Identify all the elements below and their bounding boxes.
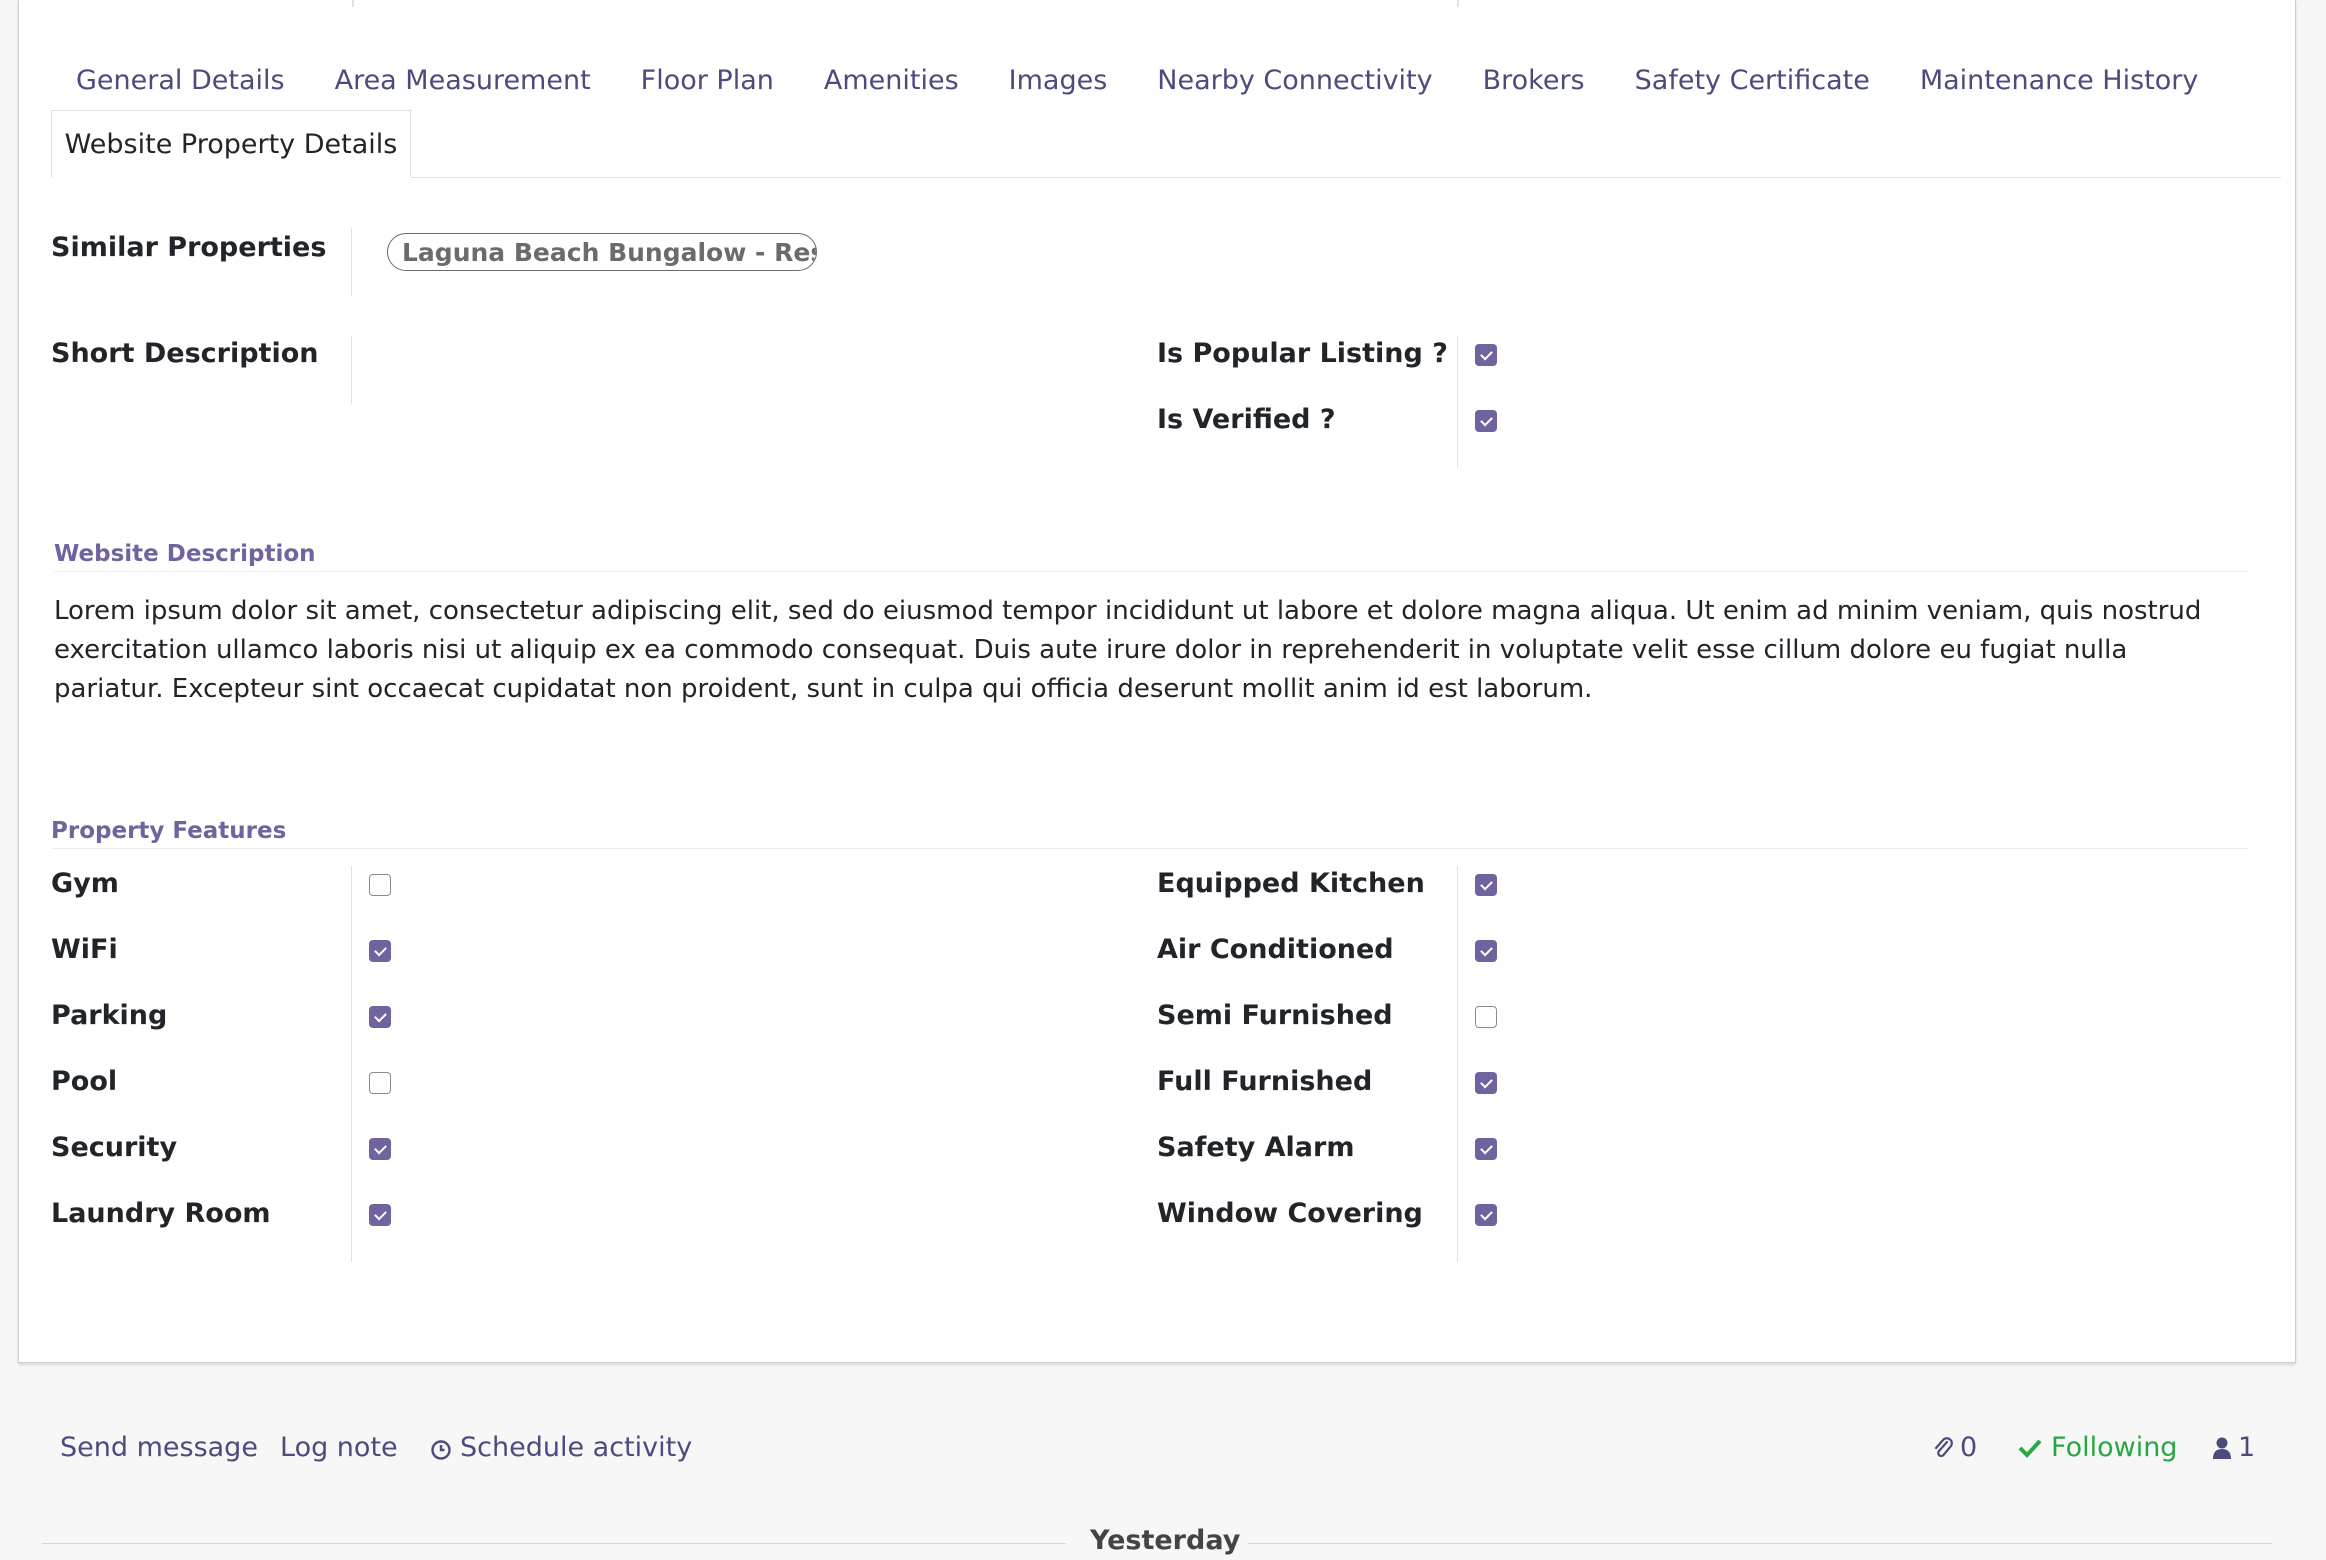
feature-checkbox-semi-furnished[interactable] [1475,1006,1497,1028]
feature-checkbox-security[interactable] [369,1138,391,1160]
date-separator-line [42,1543,1066,1544]
field-divider [1457,866,1458,1262]
is-popular-listing-checkbox[interactable] [1475,344,1497,366]
tab-brokers[interactable]: Brokers [1458,65,1610,96]
website-description-title: Website Description [54,541,316,567]
similar-property-tag[interactable]: Laguna Beach Bungalow - Res... [387,233,817,271]
feature-label-gym: Gym [51,868,119,899]
field-divider [351,866,352,1262]
followers-count: 1 [2238,1432,2256,1463]
is-verified-label: Is Verified ? [1157,404,1336,435]
schedule-activity-button[interactable]: Schedule activity [430,1432,692,1463]
feature-checkbox-safety-alarm[interactable] [1475,1138,1497,1160]
following-label: Following [2051,1432,2178,1463]
user-icon [2212,1436,2232,1460]
attachments-button[interactable]: 0 [1932,1432,1977,1463]
short-description-label: Short Description [51,338,319,369]
feature-label-semi-furnished: Semi Furnished [1157,1000,1393,1031]
tab-nearby-connectivity[interactable]: Nearby Connectivity [1132,65,1457,96]
schedule-activity-label: Schedule activity [460,1432,693,1463]
tab-website-property-details[interactable]: Website Property Details [51,110,411,178]
send-message-button[interactable]: Send message [60,1432,258,1463]
website-description-text[interactable]: Lorem ipsum dolor sit amet, consectetur … [54,592,2244,709]
field-divider [351,336,352,404]
tab-amenities[interactable]: Amenities [799,65,984,96]
date-separator-line [1248,1543,2272,1544]
feature-checkbox-wifi[interactable] [369,940,391,962]
tab-images[interactable]: Images [984,65,1133,96]
tab-general-details[interactable]: General Details [51,65,310,96]
tab-area-measurement[interactable]: Area Measurement [310,65,616,96]
is-verified-checkbox[interactable] [1475,410,1497,432]
feature-label-equipped-kitchen: Equipped Kitchen [1157,868,1425,899]
section-separator [51,848,2248,849]
feature-label-security: Security [51,1132,178,1163]
feature-label-laundry-room: Laundry Room [51,1198,271,1229]
is-popular-listing-label: Is Popular Listing ? [1157,338,1448,369]
attachments-count: 0 [1960,1432,1978,1463]
check-icon [2017,1436,2043,1460]
property-features-title: Property Features [51,818,287,844]
field-divider [1457,336,1458,468]
feature-label-wifi: WiFi [51,934,118,965]
column-divider [1457,0,1459,7]
feature-label-full-furnished: Full Furnished [1157,1066,1373,1097]
feature-checkbox-equipped-kitchen[interactable] [1475,874,1497,896]
paperclip-icon [1932,1435,1954,1461]
field-divider [351,228,352,296]
log-note-button[interactable]: Log note [280,1432,398,1463]
feature-checkbox-laundry-room[interactable] [369,1204,391,1226]
similar-properties-label: Similar Properties [51,232,327,263]
feature-label-pool: Pool [51,1066,118,1097]
tab-maintenance-history[interactable]: Maintenance History [1895,65,2224,96]
tab-floor-plan[interactable]: Floor Plan [616,65,799,96]
feature-checkbox-air-conditioned[interactable] [1475,940,1497,962]
form-sheet: General Details Area Measurement Floor P… [18,0,2296,1363]
clock-icon [430,1437,452,1460]
feature-checkbox-gym[interactable] [369,874,391,896]
notebook-tabs: General Details Area Measurement Floor P… [51,50,2223,110]
feature-label-air-conditioned: Air Conditioned [1157,934,1394,965]
feature-checkbox-full-furnished[interactable] [1475,1072,1497,1094]
feature-checkbox-parking[interactable] [369,1006,391,1028]
column-divider [352,0,354,7]
following-button[interactable]: Following [2017,1432,2177,1463]
section-separator [54,571,2248,572]
feature-label-safety-alarm: Safety Alarm [1157,1132,1355,1163]
followers-button[interactable]: 1 [2212,1432,2255,1463]
date-separator: Yesterday [1090,1525,1241,1556]
feature-checkbox-window-covering[interactable] [1475,1204,1497,1226]
feature-label-parking: Parking [51,1000,168,1031]
short-description-field[interactable] [369,336,1149,402]
feature-checkbox-pool[interactable] [369,1072,391,1094]
feature-label-window-covering: Window Covering [1157,1198,1423,1229]
tab-safety-certificate[interactable]: Safety Certificate [1610,65,1895,96]
